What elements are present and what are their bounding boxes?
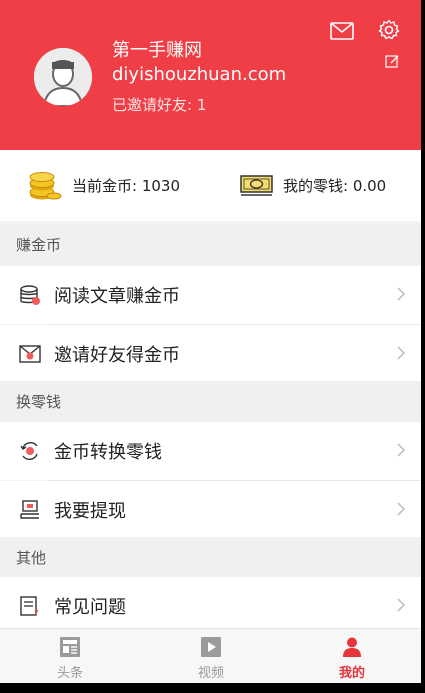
exchange-coins-item[interactable]: 金币转换零钱 [0, 422, 421, 480]
faq-icon: ? [18, 594, 42, 618]
site-domain: diyishouzhuan.com [112, 64, 287, 85]
invite-friends-label: 邀请好友得金币 [54, 345, 180, 366]
news-icon [60, 637, 80, 657]
chevron-right-icon [397, 346, 405, 360]
change-balance-label: 我的零钱: 0.00 [283, 177, 387, 195]
svg-text:?: ? [34, 609, 39, 617]
tab-video-label: 视频 [197, 666, 224, 681]
invited-count: 已邀请好友: 1 [112, 96, 207, 114]
exchange-icon [18, 439, 42, 463]
video-icon [201, 637, 221, 657]
read-articles-label: 阅读文章赚金币 [54, 286, 180, 307]
coin-balance[interactable]: 当前金币: 1030 [28, 150, 180, 221]
cash-icon [240, 174, 273, 196]
tab-headlines-label: 头条 [56, 666, 83, 681]
tab-mine-label: 我的 [338, 666, 365, 681]
faq-item[interactable]: ? 常见问题 [0, 577, 421, 635]
chevron-right-icon [397, 443, 405, 457]
gold-coins-icon [29, 171, 62, 199]
bottom-tab-bar: 头条 视频 我的 [0, 628, 421, 683]
chevron-right-icon [397, 598, 405, 612]
username: 第一手赚网 [112, 40, 202, 61]
chevron-right-icon [397, 287, 405, 301]
section-exchange-title: 换零钱 [0, 381, 421, 423]
tab-headlines[interactable]: 头条 [30, 629, 110, 683]
withdraw-item[interactable]: 我要提现 [0, 481, 421, 539]
read-articles-item[interactable]: 阅读文章赚金币 [0, 266, 421, 324]
tab-mine[interactable]: 我的 [312, 629, 392, 683]
section-other-title: 其他 [0, 537, 421, 579]
invite-friends-item[interactable]: 邀请好友得金币 [0, 325, 421, 383]
section-earn-title: 赚金币 [0, 224, 421, 266]
profile-icon [343, 637, 361, 657]
coins-stack-icon [18, 283, 42, 307]
wallet-summary: 当前金币: 1030 我的零钱: 0.00 [0, 150, 421, 221]
edit-icon[interactable] [385, 54, 400, 73]
change-balance[interactable]: 我的零钱: 0.00 [240, 150, 386, 221]
faq-label: 常见问题 [54, 597, 126, 618]
avatar[interactable] [34, 48, 92, 106]
profile-header: 第一手赚网 diyishouzhuan.com 已邀请好友: 1 [0, 0, 421, 150]
withdraw-label: 我要提现 [54, 501, 126, 522]
app-screen: 第一手赚网 diyishouzhuan.com 已邀请好友: 1 当前金币: 1… [0, 0, 421, 683]
gear-icon[interactable] [378, 19, 400, 45]
exchange-coins-label: 金币转换零钱 [54, 442, 162, 463]
envelope-invite-icon [18, 342, 42, 366]
mail-icon[interactable] [330, 22, 354, 44]
tab-video[interactable]: 视频 [171, 629, 251, 683]
coin-balance-label: 当前金币: 1030 [72, 177, 180, 195]
withdraw-icon [18, 498, 42, 522]
chevron-right-icon [397, 502, 405, 516]
